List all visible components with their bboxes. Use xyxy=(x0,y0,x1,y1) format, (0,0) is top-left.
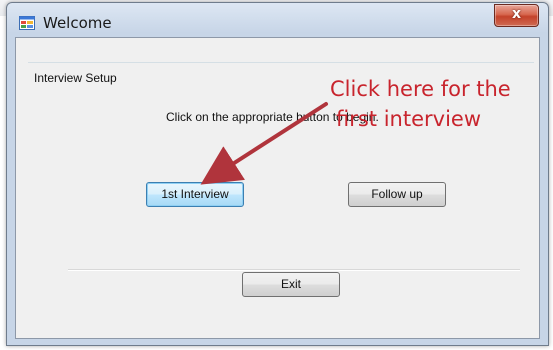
application-form-icon xyxy=(19,16,35,30)
close-icon: x xyxy=(511,6,522,22)
welcome-window: Welcome x Interview Setup Click on the a… xyxy=(6,2,549,346)
annotation-text: Click here for the first interview xyxy=(330,74,511,134)
exit-button[interactable]: Exit xyxy=(242,272,340,297)
annotation-line-1: Click here for the xyxy=(330,77,511,101)
title-bar[interactable]: Welcome x xyxy=(7,3,548,37)
separator xyxy=(68,269,520,271)
follow-up-button[interactable]: Follow up xyxy=(348,182,446,207)
window-title: Welcome xyxy=(43,14,112,32)
first-interview-button[interactable]: 1st Interview xyxy=(146,182,244,207)
annotation-line-2: first interview xyxy=(336,107,482,131)
group-label: Interview Setup xyxy=(34,71,117,85)
close-button[interactable]: x xyxy=(494,4,539,27)
screenshot: Welcome x Interview Setup Click on the a… xyxy=(0,0,553,350)
